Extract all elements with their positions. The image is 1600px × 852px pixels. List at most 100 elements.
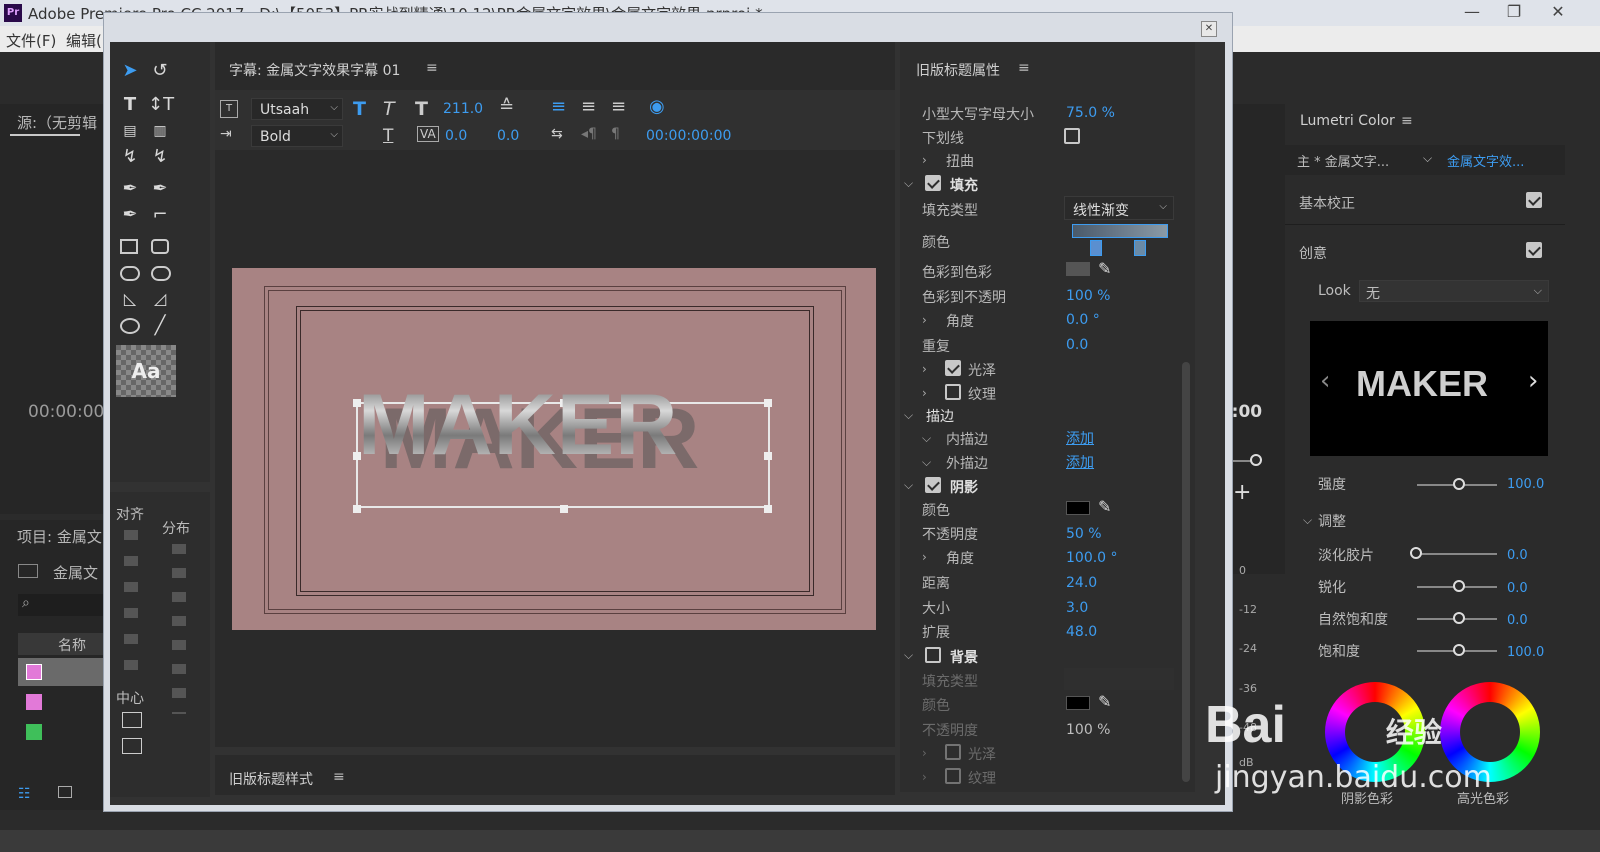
project-search[interactable]: ⌕	[18, 594, 104, 616]
menu-file[interactable]: 文件(F)	[6, 30, 56, 51]
align-right-icon[interactable]: ≡	[611, 96, 626, 117]
tab-clip[interactable]: 金属文字效...	[1447, 151, 1524, 170]
scrollbar[interactable]	[1182, 362, 1190, 782]
minimize-button[interactable]: —	[1452, 2, 1492, 24]
wedge-tool-icon[interactable]: ◺	[118, 288, 142, 310]
eyedropper-icon[interactable]: ✎	[1098, 497, 1111, 516]
kerning-icon[interactable]: VA	[417, 126, 439, 142]
icon-view-icon[interactable]	[58, 786, 72, 798]
align-buttons[interactable]	[124, 530, 138, 680]
italic-icon[interactable]: T	[383, 98, 395, 120]
tab-main[interactable]: 主 * 金属文字...	[1297, 151, 1389, 170]
rectangle-tool-icon[interactable]	[120, 239, 138, 254]
saturation-value[interactable]: 100.0	[1507, 645, 1544, 660]
list-item[interactable]	[26, 724, 42, 740]
tab-icon[interactable]: ⇆	[551, 126, 563, 142]
inner-stroke-add-link[interactable]: 添加	[1066, 428, 1094, 448]
pen-tool-icon[interactable]: ✒	[118, 178, 142, 200]
font-size-icon[interactable]: T	[415, 98, 428, 120]
playhead-knob[interactable]	[1250, 454, 1262, 466]
dialog-close-button[interactable]: ✕	[1201, 21, 1217, 37]
shadow-angle-label[interactable]: 角度	[946, 548, 974, 568]
filltype-select[interactable]: 线性渐变 ⌵	[1064, 196, 1174, 220]
delete-anchor-icon[interactable]: ✒	[148, 178, 172, 200]
add-anchor-icon[interactable]: ✒	[118, 204, 142, 226]
bg-opacity-value[interactable]: 100 %	[1066, 722, 1110, 738]
bg-texture-checkbox[interactable]	[945, 768, 961, 784]
bg-color-swatch[interactable]	[1066, 696, 1090, 710]
angle-value[interactable]: 0.0 °	[1066, 312, 1100, 328]
center-horizontal-icon[interactable]	[122, 738, 142, 754]
tracking-value[interactable]: 0.0	[497, 128, 519, 144]
creative-label[interactable]: 创意	[1299, 243, 1327, 263]
angle-label[interactable]: 角度	[946, 311, 974, 331]
play-right-icon[interactable]: ¶	[611, 126, 620, 142]
c2c-swatch[interactable]	[1066, 262, 1090, 276]
close-button[interactable]: ✕	[1538, 2, 1578, 24]
sharpen-slider[interactable]	[1453, 580, 1465, 592]
underline-icon[interactable]: T	[383, 126, 393, 146]
rounded-rect-tool-icon[interactable]	[151, 239, 169, 254]
font-size-value[interactable]: 211.0	[443, 101, 483, 117]
selection-tool-icon[interactable]: ➤	[118, 60, 142, 82]
prev-look-icon[interactable]: ‹	[1320, 366, 1330, 396]
vertical-area-type-icon[interactable]: ▥	[148, 120, 172, 142]
bg-sheen-checkbox[interactable]	[945, 744, 961, 760]
clipped-rect-tool-icon[interactable]	[120, 266, 140, 281]
panel-menu-icon[interactable]: ≡	[426, 60, 438, 76]
gradient-stop-left[interactable]	[1090, 240, 1102, 256]
creative-checkbox[interactable]	[1526, 242, 1542, 258]
area-type-tool-icon[interactable]: ▤	[118, 120, 142, 142]
maximize-button[interactable]: ❐	[1494, 2, 1534, 24]
look-select[interactable]: 无 ⌵	[1359, 280, 1549, 302]
saturation-slider[interactable]	[1453, 644, 1465, 656]
smallcaps-value[interactable]: 75.0 %	[1066, 105, 1115, 121]
sharpen-value[interactable]: 0.0	[1507, 581, 1528, 596]
center-vertical-icon[interactable]	[122, 712, 142, 728]
basic-correction-label[interactable]: 基本校正	[1299, 193, 1355, 213]
eyedropper-icon[interactable]: ✎	[1098, 692, 1111, 711]
vertical-path-type-icon[interactable]: ↯	[148, 146, 172, 168]
shadow-checkbox[interactable]	[925, 477, 941, 493]
font-family-select[interactable]: Utsaah ⌵	[251, 98, 343, 120]
shadow-color-swatch[interactable]	[1066, 501, 1090, 515]
background-checkbox[interactable]	[925, 647, 941, 663]
adjust-label[interactable]: 调整	[1318, 511, 1346, 531]
texture-checkbox[interactable]	[945, 384, 961, 400]
list-item[interactable]	[18, 658, 104, 686]
arc-tool-icon[interactable]: ◿	[148, 288, 172, 310]
style-swatch[interactable]: Aa	[116, 345, 176, 397]
title-canvas[interactable]: MAKER MAKER	[232, 268, 876, 630]
fill-checkbox[interactable]	[925, 175, 941, 191]
play-left-icon[interactable]: ◂¶	[581, 126, 597, 142]
underline-checkbox[interactable]	[1064, 128, 1080, 144]
basic-correction-checkbox[interactable]	[1526, 192, 1542, 208]
new-title-icon[interactable]: T	[220, 100, 238, 118]
shadow-angle-value[interactable]: 100.0 °	[1066, 550, 1118, 566]
titler-timecode[interactable]: 00:00:00:00	[646, 128, 731, 144]
path-type-tool-icon[interactable]: ↯	[118, 146, 142, 168]
title-text[interactable]: MAKER	[358, 376, 678, 475]
distribute-buttons[interactable]	[172, 544, 186, 714]
type-tool-icon[interactable]: T	[118, 94, 142, 116]
eyedropper-icon[interactable]: ✎	[1098, 259, 1111, 278]
leading-icon[interactable]: ≙	[499, 96, 514, 117]
chevron-down-icon[interactable]: ⌵	[1423, 151, 1432, 166]
line-tool-icon[interactable]: ╱	[148, 315, 172, 337]
ellipse-tool-icon[interactable]	[120, 318, 140, 334]
font-style-select[interactable]: Bold ⌵	[251, 125, 343, 147]
menu-edit[interactable]: 编辑(	[66, 30, 102, 51]
stroke-label[interactable]: 描边	[926, 406, 954, 426]
vibrance-slider[interactable]	[1453, 612, 1465, 624]
vertical-type-tool-icon[interactable]: ↕T	[148, 94, 174, 116]
rotate-tool-icon[interactable]: ↺	[148, 60, 172, 82]
panel-menu-icon[interactable]: ≡	[1401, 113, 1413, 129]
shadow-opacity-value[interactable]: 50 %	[1066, 526, 1102, 542]
gradient-stop-right[interactable]	[1134, 240, 1146, 256]
shadow-distance-value[interactable]: 24.0	[1066, 575, 1097, 591]
shadow-spread-value[interactable]: 48.0	[1066, 624, 1097, 640]
panel-menu-icon[interactable]: ≡	[1018, 60, 1030, 76]
intensity-value[interactable]: 100.0	[1507, 477, 1544, 492]
align-left-icon[interactable]: ≡	[551, 96, 566, 117]
panel-menu-icon[interactable]: ≡	[333, 769, 345, 785]
